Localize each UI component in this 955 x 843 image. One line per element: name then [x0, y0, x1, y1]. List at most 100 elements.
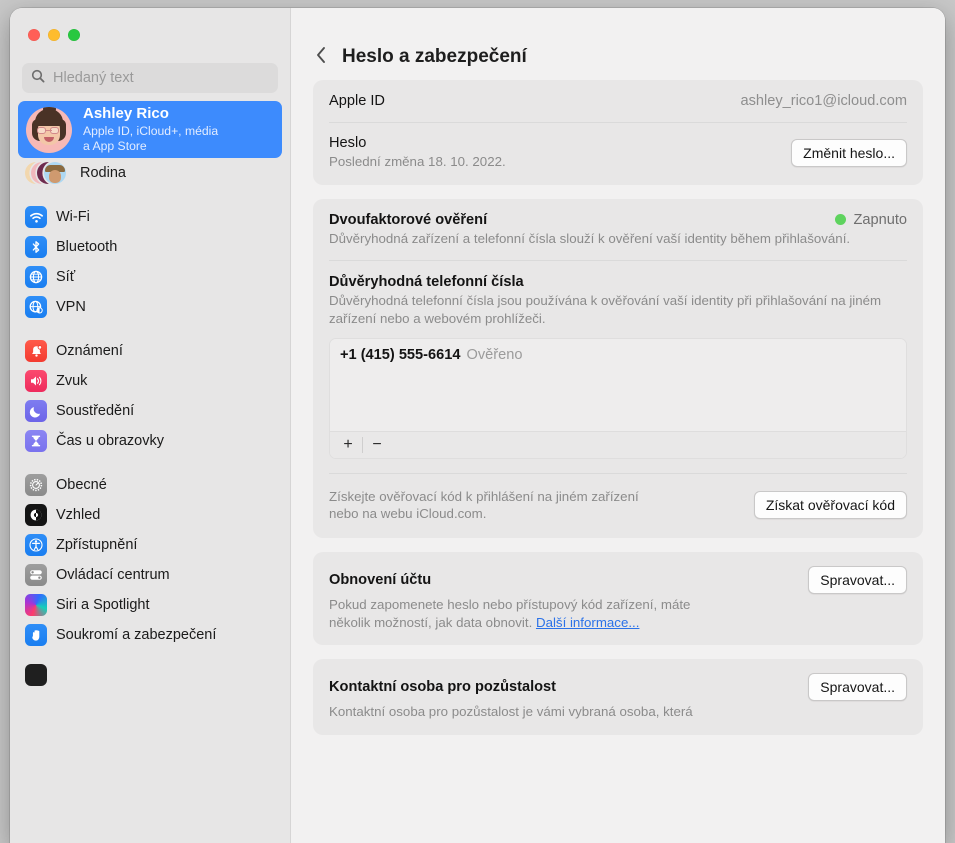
- trusted-numbers-box: +1 (415) 555-6614 Ověřeno + −: [329, 338, 907, 459]
- sidebar-item-bluetooth[interactable]: Bluetooth: [18, 232, 282, 262]
- phone-state: Ověřeno: [467, 347, 523, 363]
- sidebar-item-partially-visible[interactable]: [18, 660, 282, 690]
- manage-legacy-button[interactable]: Spravovat...: [808, 673, 907, 701]
- manage-recovery-button[interactable]: Spravovat...: [808, 566, 907, 594]
- gear-icon: [25, 474, 47, 496]
- accessibility-icon: [25, 534, 47, 556]
- sidebar-item-label: Wi-Fi: [56, 209, 90, 225]
- sidebar-item-label: Síť: [56, 269, 75, 285]
- sidebar: Ashley Rico Apple ID, iCloud+, média a A…: [10, 8, 290, 843]
- account-subtitle-line1: Apple ID, iCloud+, média: [83, 124, 218, 139]
- main-pane: Heslo a zabezpečení Apple ID ashley_rico…: [290, 8, 945, 843]
- hourglass-icon: [25, 430, 47, 452]
- sidebar-item-privacy-security[interactable]: Soukromí a zabezpečení: [18, 620, 282, 650]
- status-dot-icon: [835, 214, 846, 225]
- sidebar-item-sound[interactable]: Zvuk: [18, 366, 282, 396]
- sidebar-nav: Ashley Rico Apple ID, iCloud+, média a A…: [10, 101, 290, 690]
- legacy-contact-card: Kontaktní osoba pro pozůstalost Spravova…: [313, 659, 923, 735]
- sidebar-item-notifications[interactable]: Oznámení: [18, 336, 282, 366]
- desktop-dock-icon: [25, 664, 47, 686]
- sidebar-item-label: VPN: [56, 299, 86, 315]
- sidebar-item-label: Čas u obrazovky: [56, 433, 164, 449]
- sidebar-item-family[interactable]: Rodina: [18, 158, 282, 188]
- more-info-link[interactable]: Další informace...: [536, 615, 639, 630]
- chevron-left-icon[interactable]: [315, 45, 328, 69]
- minimize-button[interactable]: [48, 29, 60, 41]
- settings-window: Ashley Rico Apple ID, iCloud+, média a A…: [10, 8, 945, 843]
- window-traffic-lights: [10, 8, 290, 41]
- phone-number: +1 (415) 555-6614: [340, 347, 461, 363]
- account-card: Apple ID ashley_rico1@icloud.com Heslo P…: [313, 80, 923, 185]
- search-input[interactable]: [53, 70, 269, 86]
- sidebar-item-label: Zpřístupnění: [56, 537, 137, 553]
- legacy-contact-description: Kontaktní osoba pro pozůstalost je vámi …: [329, 703, 907, 735]
- sidebar-item-control-center[interactable]: Ovládací centrum: [18, 560, 282, 590]
- sidebar-item-appearance[interactable]: Vzhled: [18, 500, 282, 530]
- trusted-numbers-toolbar: + −: [330, 431, 906, 458]
- apple-id-value: ashley_rico1@icloud.com: [740, 93, 907, 109]
- sidebar-item-vpn[interactable]: VPN: [18, 292, 282, 322]
- sidebar-item-label: Soustředění: [56, 403, 134, 419]
- sidebar-item-screen-time[interactable]: Čas u obrazovky: [18, 426, 282, 456]
- two-factor-description: Důvěryhodná zařízení a telefonní čísla s…: [329, 230, 874, 261]
- privacy-hand-icon: [25, 624, 47, 646]
- moon-icon: [25, 400, 47, 422]
- change-password-button[interactable]: Změnit heslo...: [791, 139, 907, 167]
- trusted-numbers-list[interactable]: +1 (415) 555-6614 Ověřeno: [330, 339, 906, 431]
- sidebar-item-general[interactable]: Obecné: [18, 470, 282, 500]
- status-badge: Zapnuto: [835, 212, 907, 228]
- get-verification-code-button[interactable]: Získat ověřovací kód: [754, 491, 907, 519]
- account-recovery-header-row: Obnovení účtu Spravovat...: [329, 552, 907, 594]
- wifi-icon: [25, 206, 47, 228]
- account-name: Ashley Rico: [83, 105, 218, 123]
- sidebar-item-label: Obecné: [56, 477, 107, 493]
- sidebar-item-focus[interactable]: Soustředění: [18, 396, 282, 426]
- account-recovery-description: Pokud zapomenete heslo nebo přístupový k…: [329, 596, 907, 645]
- zoom-button[interactable]: [68, 29, 80, 41]
- sidebar-item-siri-spotlight[interactable]: Siri a Spotlight: [18, 590, 282, 620]
- bluetooth-icon: [25, 236, 47, 258]
- avatar: [26, 107, 72, 153]
- legacy-contact-title: Kontaktní osoba pro pozůstalost: [329, 679, 556, 695]
- apple-id-label: Apple ID: [329, 93, 385, 109]
- remove-phone-button[interactable]: −: [363, 432, 391, 458]
- trusted-numbers-title: Důvěryhodná telefonní čísla: [329, 274, 907, 290]
- two-factor-title: Dvoufaktorové ověření: [329, 212, 487, 228]
- sidebar-item-account[interactable]: Ashley Rico Apple ID, iCloud+, média a A…: [18, 101, 282, 158]
- two-factor-card: Dvoufaktorové ověření Zapnuto Důvěryhodn…: [313, 199, 923, 538]
- settings-scroll-area[interactable]: Apple ID ashley_rico1@icloud.com Heslo P…: [291, 80, 945, 735]
- account-recovery-title: Obnovení účtu: [329, 572, 431, 588]
- password-label: Heslo: [329, 135, 506, 151]
- sidebar-item-wifi[interactable]: Wi-Fi: [18, 202, 282, 232]
- recovery-desc-line2: několik možností, jak data obnovit.: [329, 615, 532, 630]
- add-phone-button[interactable]: +: [334, 432, 362, 458]
- globe-icon: [25, 266, 47, 288]
- sidebar-item-label: Soukromí a zabezpečení: [56, 627, 216, 643]
- list-item[interactable]: +1 (415) 555-6614 Ověřeno: [340, 347, 896, 363]
- main-header: Heslo a zabezpečení: [291, 8, 945, 80]
- sidebar-item-label: Bluetooth: [56, 239, 117, 255]
- two-factor-header-row: Dvoufaktorové ověření Zapnuto: [329, 199, 907, 228]
- siri-icon: [25, 594, 47, 616]
- status-text: Zapnuto: [853, 212, 907, 228]
- control-center-icon: [25, 564, 47, 586]
- trusted-numbers-description: Důvěryhodná telefonní čísla jsou používá…: [329, 292, 907, 327]
- sidebar-item-network[interactable]: Síť: [18, 262, 282, 292]
- sidebar-search[interactable]: [22, 63, 278, 93]
- apple-id-row: Apple ID ashley_rico1@icloud.com: [329, 80, 907, 122]
- verification-text-line2: nebo na webu iCloud.com.: [329, 505, 639, 523]
- search-icon: [31, 69, 45, 88]
- close-button[interactable]: [28, 29, 40, 41]
- sidebar-item-label: Siri a Spotlight: [56, 597, 150, 613]
- bell-icon: [25, 340, 47, 362]
- verification-text-line1: Získejte ověřovací kód k přihlášení na j…: [329, 488, 639, 506]
- family-avatars-icon: [25, 160, 71, 186]
- recovery-desc-line1: Pokud zapomenete heslo nebo přístupový k…: [329, 596, 907, 614]
- sidebar-item-label: Ovládací centrum: [56, 567, 170, 583]
- page-title: Heslo a zabezpečení: [342, 46, 527, 68]
- account-subtitle-line2: a App Store: [83, 139, 218, 154]
- sidebar-item-accessibility[interactable]: Zpřístupnění: [18, 530, 282, 560]
- sidebar-item-label: Oznámení: [56, 343, 123, 359]
- sidebar-item-label: Zvuk: [56, 373, 87, 389]
- appearance-icon: [25, 504, 47, 526]
